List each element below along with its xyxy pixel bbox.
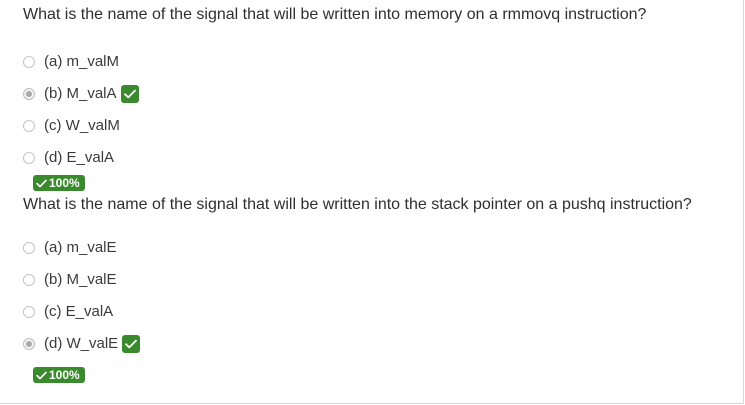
question-text: What is the name of the signal that will…	[23, 6, 647, 23]
option-c[interactable]: (c) W_valM	[23, 116, 120, 136]
check-icon	[122, 335, 141, 353]
radio-button[interactable]	[23, 120, 35, 132]
option-label: (b) M_valE	[44, 271, 117, 288]
option-label: (c) E_valA	[44, 303, 114, 320]
score-badge: 100%	[33, 175, 85, 191]
check-icon	[36, 179, 47, 187]
option-label: (d) W_valE	[44, 335, 119, 352]
option-label: (c) W_valM	[44, 117, 120, 134]
option-a[interactable]: (a) m_valE	[23, 238, 117, 258]
question-text: What is the name of the signal that will…	[23, 196, 692, 213]
radio-button-selected[interactable]	[23, 88, 35, 100]
option-label: (a) m_valE	[44, 239, 117, 256]
check-icon	[120, 85, 139, 103]
option-d[interactable]: (d) E_valA	[23, 148, 114, 168]
option-b[interactable]: (b) M_valE	[23, 270, 117, 290]
radio-button[interactable]	[23, 306, 35, 318]
option-c[interactable]: (c) E_valA	[23, 302, 113, 322]
option-b[interactable]: (b) M_valA	[23, 84, 139, 104]
score-text: 100%	[49, 176, 80, 190]
option-d[interactable]: (d) W_valE	[23, 334, 141, 354]
option-label: (b) M_valA	[44, 85, 117, 102]
score-text: 100%	[49, 368, 80, 382]
option-label: (d) E_valA	[44, 149, 115, 166]
radio-button[interactable]	[23, 274, 35, 286]
radio-button[interactable]	[23, 242, 35, 254]
radio-button[interactable]	[23, 56, 35, 68]
check-icon	[36, 371, 47, 379]
option-a[interactable]: (a) m_valM	[23, 52, 119, 72]
option-label: (a) m_valM	[44, 53, 120, 70]
radio-button[interactable]	[23, 152, 35, 164]
radio-button-selected[interactable]	[23, 338, 35, 350]
score-badge: 100%	[33, 367, 85, 383]
